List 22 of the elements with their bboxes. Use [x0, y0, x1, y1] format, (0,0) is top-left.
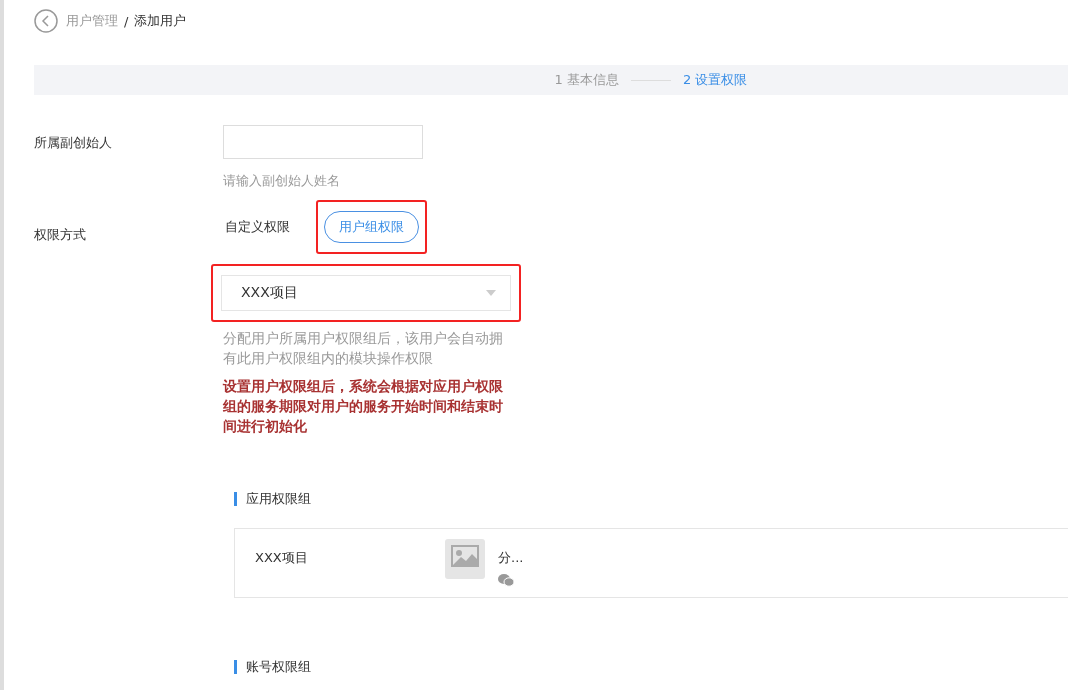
group-name: XXX项目 [255, 549, 309, 567]
app-name: 分... [498, 549, 524, 567]
radio-option[interactable]: 用户组权限 [324, 211, 419, 243]
help-text: 分配用户所属用户权限组后，该用户会自动拥有此用户权限组内的模块操作权限 [223, 329, 504, 368]
radio-option[interactable]: 自定义权限 [211, 212, 304, 242]
group-select[interactable]: XXX项目 [221, 275, 511, 311]
step-label: 1 基本信息 [554, 71, 619, 89]
breadcrumb-separator: / [124, 13, 129, 29]
breadcrumb-current: 添加用户 [134, 12, 187, 30]
caret-icon [486, 290, 496, 296]
field-label: 权限方式 [34, 226, 87, 244]
warning-text: 设置用户权限组后，系统会根据对应用户权限组的服务期限对用户的服务开始时间和结束时间进行初始化 [223, 377, 504, 436]
section-title: 账号权限组 [234, 660, 1068, 674]
back-icon[interactable] [34, 9, 58, 33]
chat-bubbles-icon [498, 573, 514, 587]
step-label: 2 设置权限 [683, 71, 748, 89]
field-label: 所属副创始人 [34, 134, 113, 152]
select-value: XXX项目 [241, 284, 298, 302]
section-title: 应用权限组 [234, 492, 1068, 506]
field-hint: 请输入副创始人姓名 [223, 172, 341, 190]
name-input-field[interactable] [223, 125, 423, 159]
image-placeholder-icon [445, 539, 485, 579]
